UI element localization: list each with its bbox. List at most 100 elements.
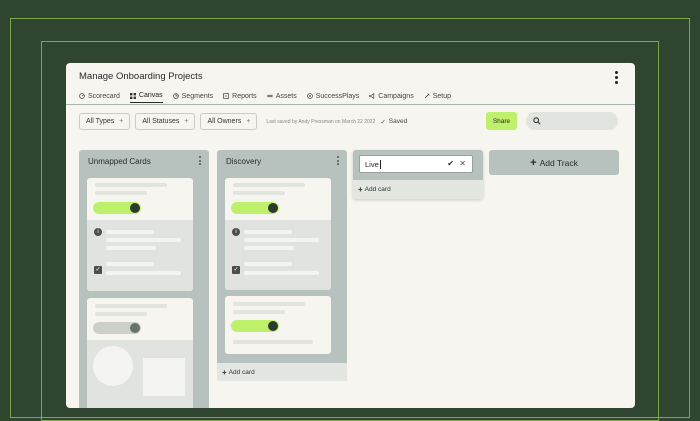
status-toggle[interactable] [231, 202, 279, 214]
toggle-knob [268, 203, 278, 213]
placeholder-line [95, 191, 147, 195]
tab-bar: Scorecard Canvas Segments Reports Assets… [79, 92, 451, 103]
reports-icon [223, 93, 229, 99]
tab-label: Assets [275, 92, 297, 100]
plus-icon: + [184, 118, 189, 125]
toggle-knob [130, 323, 140, 333]
status-toggle[interactable] [93, 322, 141, 334]
new-track-header: Live ✔ ✕ [353, 150, 483, 180]
placeholder-line [244, 230, 292, 234]
track-menu-icon[interactable] [337, 156, 340, 167]
filter-label: All Statuses [142, 118, 180, 125]
placeholder-line [233, 340, 313, 344]
placeholder-line [106, 262, 154, 266]
filter-label: All Owners [207, 118, 242, 125]
filter-types-button[interactable]: All Types + [79, 113, 131, 130]
tab-segments[interactable]: Segments [172, 92, 214, 103]
tab-successplays[interactable]: SuccessPlays [306, 92, 360, 103]
filter-label: All Types [86, 118, 115, 125]
plus-icon: + [222, 367, 227, 377]
campaigns-icon [369, 93, 375, 99]
info-icon: i [94, 228, 102, 236]
add-card-label: Add card [364, 186, 391, 193]
tab-label: Setup [432, 92, 451, 100]
filter-owners-button[interactable]: All Owners + [200, 113, 258, 130]
tab-label: Canvas [138, 92, 163, 99]
placeholder-card[interactable]: i ✓ [225, 178, 331, 290]
tab-label: Reports [232, 92, 257, 100]
track-menu-icon[interactable] [199, 156, 202, 167]
search-icon [533, 117, 541, 125]
track-name-input[interactable]: Live ✔ ✕ [359, 155, 473, 173]
placeholder-line [244, 262, 292, 266]
cancel-icon[interactable]: ✕ [459, 159, 466, 168]
add-card-button[interactable]: + Add card [217, 363, 347, 381]
add-card-button[interactable]: + Add card [353, 180, 483, 199]
text-caret [379, 159, 381, 169]
placeholder-line [244, 238, 319, 242]
status-toggle[interactable] [93, 202, 141, 214]
image-placeholder [143, 358, 185, 396]
placeholder-line [106, 271, 181, 275]
assets-icon [266, 94, 273, 98]
tab-reports[interactable]: Reports [223, 92, 257, 103]
tab-label: SuccessPlays [315, 92, 360, 100]
successplays-icon [306, 93, 313, 99]
placeholder-line [233, 183, 305, 187]
tab-scorecard[interactable]: Scorecard [79, 92, 120, 103]
app-window: Manage Onboarding Projects Scorecard Can… [66, 63, 635, 408]
page-title: Manage Onboarding Projects [79, 71, 203, 82]
card-details: i ✓ [87, 220, 193, 291]
toggle-knob [268, 321, 278, 331]
confirm-icon[interactable]: ✔ [447, 159, 454, 168]
status-toggle[interactable] [231, 320, 279, 332]
card-media [87, 340, 193, 408]
add-track-button[interactable]: + Add Track [489, 150, 619, 175]
card-details: i ✓ [225, 220, 331, 290]
placeholder-line [233, 191, 285, 195]
check-icon: ✓ [380, 118, 386, 126]
search-input[interactable] [526, 112, 618, 130]
plus-icon: + [119, 118, 124, 125]
track-name-value: Live [365, 159, 379, 169]
add-card-label: Add card [228, 368, 255, 376]
checkbox-icon[interactable]: ✓ [94, 266, 102, 274]
last-saved-text: Last saved by Andy Pressman on March 22 … [266, 118, 376, 125]
filter-statuses-button[interactable]: All Statuses + [135, 113, 196, 130]
tab-campaigns[interactable]: Campaigns [369, 92, 414, 103]
setup-icon [424, 93, 430, 99]
tab-assets[interactable]: Assets [266, 92, 297, 103]
plus-icon: + [358, 185, 363, 194]
placeholder-card[interactable]: i ✓ [87, 178, 193, 291]
saved-label: Saved [388, 118, 408, 125]
placeholder-line [106, 238, 181, 242]
add-track-label: Add Track [539, 157, 578, 168]
placeholder-line [106, 246, 156, 250]
image-placeholder [93, 346, 133, 386]
tab-label: Segments [181, 92, 214, 100]
placeholder-line [233, 310, 285, 314]
track-title: Unmapped Cards [88, 157, 151, 166]
placeholder-line [95, 304, 167, 308]
saved-status: ✓ Saved [380, 118, 407, 126]
placeholder-line [244, 246, 294, 250]
tab-canvas[interactable]: Canvas [129, 92, 163, 103]
segments-icon [172, 93, 179, 99]
info-icon: i [232, 228, 240, 236]
more-options-icon[interactable] [615, 71, 619, 86]
placeholder-line [233, 302, 305, 306]
new-track: Live ✔ ✕ + Add card [353, 150, 483, 199]
filter-bar: All Types + All Statuses + All Owners + … [79, 113, 407, 130]
track-discovery: Discovery i ✓ + Add card [217, 150, 347, 381]
placeholder-line [95, 312, 147, 316]
track-unmapped-cards: Unmapped Cards i ✓ [79, 150, 209, 408]
placeholder-line [95, 183, 167, 187]
tab-setup[interactable]: Setup [424, 92, 451, 103]
placeholder-card[interactable] [225, 296, 331, 354]
checkbox-icon[interactable]: ✓ [232, 266, 240, 274]
tab-label: Campaigns [378, 92, 414, 100]
placeholder-line [244, 271, 319, 275]
share-button[interactable]: Share [486, 112, 517, 130]
placeholder-card[interactable] [87, 298, 193, 408]
tab-label: Scorecard [88, 92, 120, 100]
